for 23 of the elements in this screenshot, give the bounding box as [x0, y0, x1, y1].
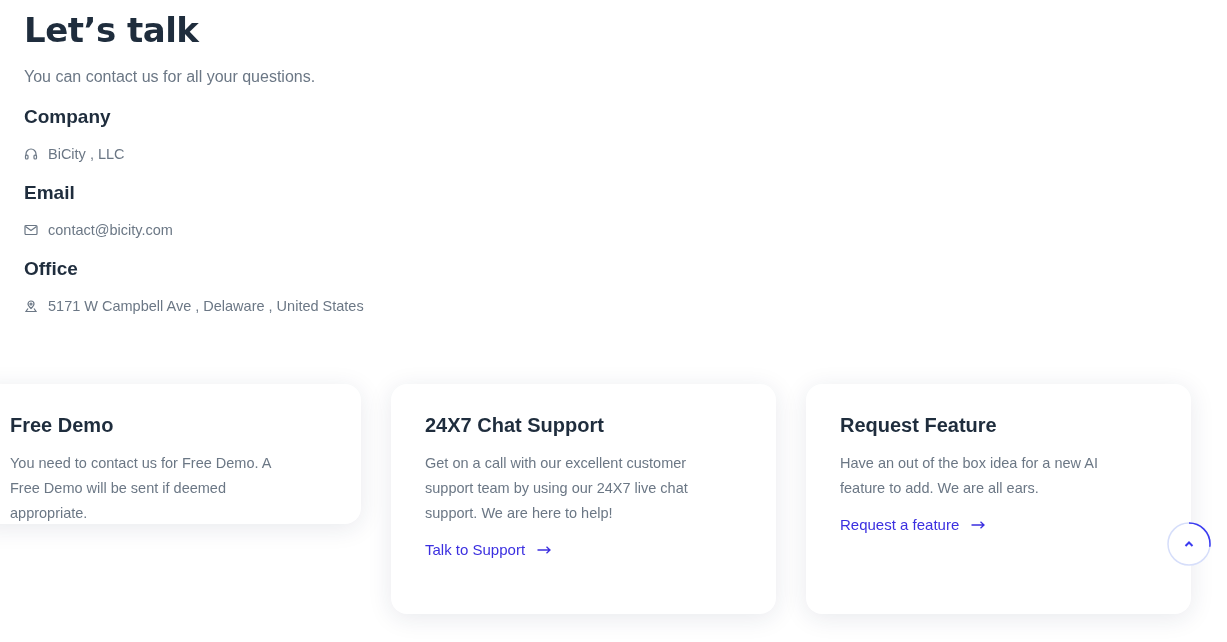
card-title: Free Demo — [10, 414, 115, 437]
card-text: Get on a call with our excellent customer support team by using our 24X7 live chat support. We are here to help! — [425, 454, 689, 523]
chevron-up-icon — [1184, 541, 1194, 547]
scroll-to-top-button[interactable] — [1166, 521, 1212, 567]
section-heading: Office — [24, 258, 79, 280]
card-title: 24X7 Chat Support — [425, 414, 605, 437]
email-text: contact@bicity.com — [48, 222, 173, 238]
headset-icon — [24, 147, 38, 161]
card-text: You need to contact us for Free Demo. A Free Demo will be sent if deemed appropriate. — [10, 454, 273, 523]
card-text: Have an out of the box idea for a new AI feature to add. We are all ears. — [840, 454, 1099, 498]
arrow-right-icon — [971, 520, 986, 529]
card-link[interactable]: Request a feature — [840, 516, 986, 533]
envelope-icon — [24, 223, 38, 237]
subtitle: You can contact us for all your questions. — [24, 68, 317, 86]
card-link[interactable]: Talk to Support — [425, 541, 552, 558]
page-title: Let’s talk — [24, 9, 200, 52]
map-pin-icon — [24, 299, 38, 313]
section-heading: Company — [24, 106, 112, 128]
section-heading: Email — [24, 182, 76, 204]
contact-text: 5171 W Campbell Ave , Delaware , United States — [48, 298, 364, 314]
contact-text: BiCity , LLC — [48, 146, 125, 162]
arrow-right-icon — [537, 545, 552, 554]
card-title: Request Feature — [840, 414, 998, 437]
